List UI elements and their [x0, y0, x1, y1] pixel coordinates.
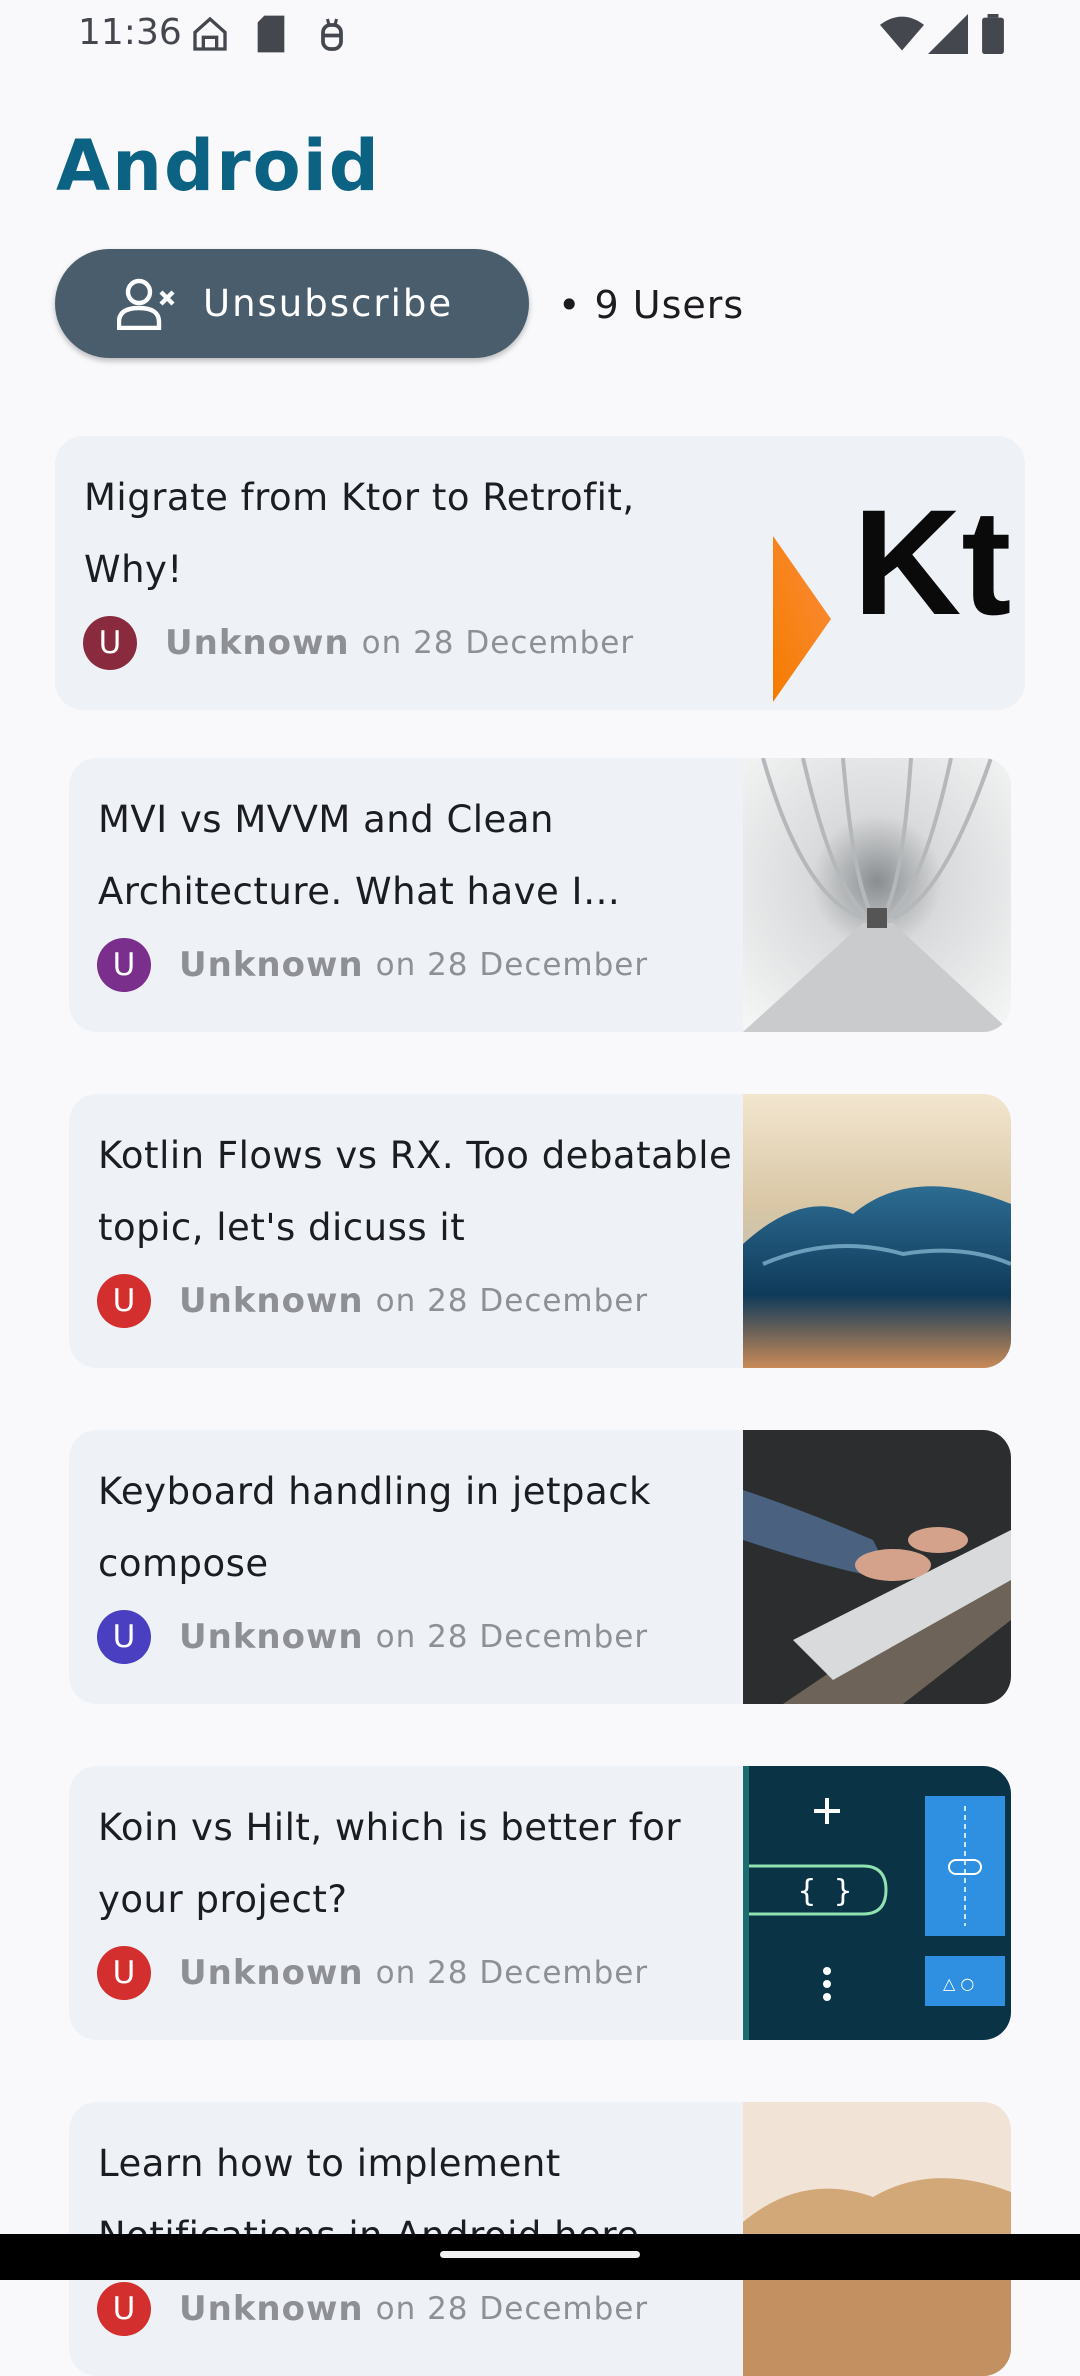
status-bar: 11:36 — [0, 0, 1080, 70]
svg-text:△ ○: △ ○ — [943, 1974, 974, 1993]
post-card[interactable]: MVI vs MVVM and Clean Architecture. What… — [69, 758, 1011, 1032]
post-thumbnail — [743, 1430, 1011, 1704]
post-title: Koin vs Hilt, which is better for your p… — [98, 1806, 682, 1921]
svg-text:{ }: { } — [798, 1874, 852, 1909]
post-date: on 28 December — [375, 1619, 649, 1655]
post-meta: U Unknown on 28 December — [97, 1946, 648, 2000]
post-meta: U Unknown on 28 December — [83, 616, 634, 670]
post-thumbnail — [743, 1094, 1011, 1368]
users-count: • 9 Users — [558, 283, 745, 327]
debug-icon — [321, 18, 343, 51]
post-meta: U Unknown on 28 December — [97, 1274, 648, 1328]
post-meta: U Unknown on 28 December — [97, 1610, 648, 1664]
unsubscribe-button[interactable]: Unsubscribe — [55, 249, 529, 358]
post-date: on 28 December — [361, 625, 635, 661]
post-title: Keyboard handling in jetpack compose — [98, 1470, 651, 1585]
page-title: Android — [56, 125, 381, 207]
svg-text:Kt: Kt — [853, 478, 1011, 646]
post-date: on 28 December — [375, 947, 649, 983]
post-thumbnail: Kt — [743, 436, 1025, 710]
avatar: U — [97, 1610, 151, 1664]
post-author: Unknown — [165, 623, 350, 663]
avatar: U — [97, 938, 151, 992]
navigation-bar — [0, 2234, 1080, 2280]
post-title: Migrate from Ktor to Retrofit, Why! — [84, 476, 635, 591]
unsubscribe-label: Unsubscribe — [203, 282, 454, 325]
avatar: U — [83, 616, 137, 670]
post-author: Unknown — [179, 1281, 364, 1321]
post-card[interactable]: Migrate from Ktor to Retrofit, Why! U Un… — [55, 436, 1025, 710]
post-author: Unknown — [179, 945, 364, 985]
post-author: Unknown — [179, 1953, 364, 1993]
post-card[interactable]: Koin vs Hilt, which is better for your p… — [69, 1766, 1011, 2040]
avatar: U — [97, 2282, 151, 2336]
post-meta: U Unknown on 28 December — [97, 938, 648, 992]
battery-icon — [982, 14, 1004, 54]
post-title: Kotlin Flows vs RX. Too debatable topic,… — [98, 1134, 733, 1249]
wifi-icon — [880, 16, 924, 51]
post-author: Unknown — [179, 1617, 364, 1657]
home-gesture-handle[interactable] — [440, 2251, 640, 2258]
status-time: 11:36 — [78, 12, 182, 53]
home-icon — [193, 16, 227, 51]
signal-icon — [928, 14, 968, 54]
post-date: on 28 December — [375, 1955, 649, 1991]
post-date: on 28 December — [375, 2291, 649, 2327]
avatar: U — [97, 1274, 151, 1328]
post-thumbnail: { } △ ○ — [743, 1766, 1011, 2040]
avatar: U — [97, 1946, 151, 2000]
post-date: on 28 December — [375, 1283, 649, 1319]
post-title: MVI vs MVVM and Clean Architecture. What… — [98, 798, 583, 913]
post-thumbnail — [743, 758, 1011, 1032]
post-card[interactable]: Kotlin Flows vs RX. Too debatable topic,… — [69, 1094, 1011, 1368]
post-author: Unknown — [179, 2289, 364, 2329]
sd-card-icon — [257, 15, 285, 53]
post-card[interactable]: Keyboard handling in jetpack compose U U… — [69, 1430, 1011, 1704]
post-meta: U Unknown on 28 December — [97, 2282, 648, 2336]
person-remove-icon — [117, 278, 175, 330]
